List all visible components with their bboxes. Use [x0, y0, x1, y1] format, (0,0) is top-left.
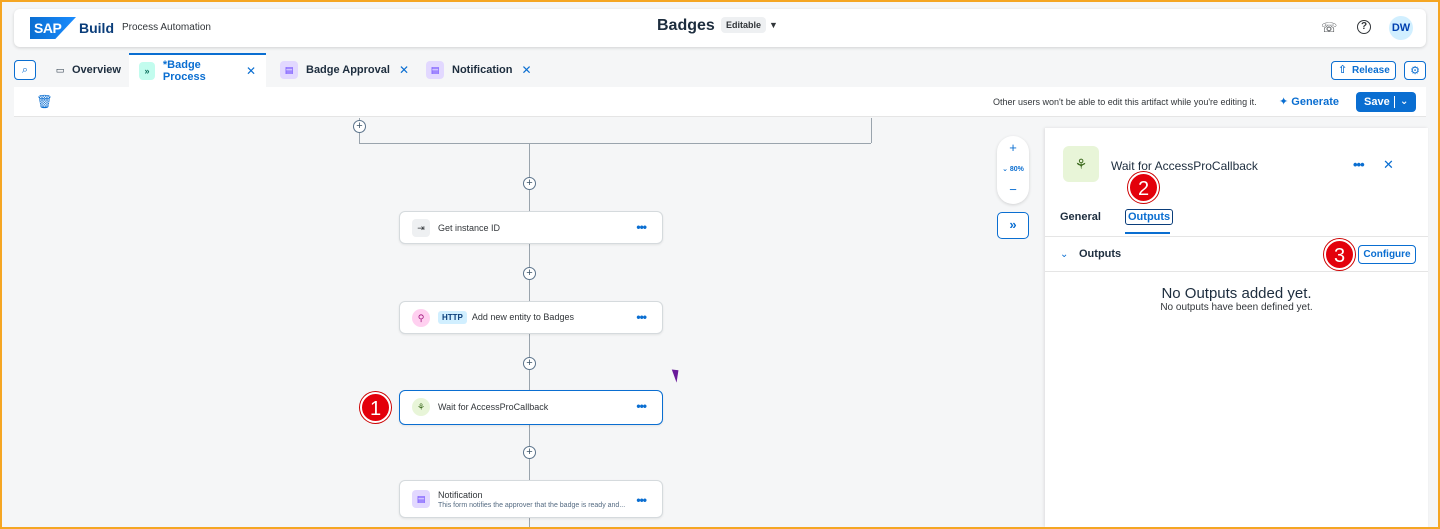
avatar[interactable]: DW [1389, 16, 1413, 40]
step-add-new-entity[interactable]: ⚲ HTTP Add new entity to Badges ••• [399, 301, 663, 334]
form-icon: ▤ [426, 61, 444, 79]
close-icon[interactable]: ✕ [399, 63, 409, 77]
event-icon: ⚘ [1063, 146, 1099, 182]
active-tab-indicator [1125, 232, 1170, 234]
add-step-icon[interactable]: + [523, 357, 536, 370]
expand-panel-icon[interactable]: » [997, 212, 1029, 239]
zoom-control: + ⌄ 80% − [997, 136, 1029, 204]
release-label: Release [1352, 65, 1390, 76]
tab-badge-approval[interactable]: ▤ Badge Approval ✕ [270, 53, 419, 87]
properties-panel: ⚘ Wait for AccessProCallback ••• ✕ 2 Gen… [1045, 128, 1428, 527]
zoom-in-icon[interactable]: + [997, 140, 1029, 155]
tab-bar: ⌕ ▭ Overview » *Badge Process ✕ ▤ Badge … [2, 53, 1438, 87]
document-title: Badges [657, 17, 715, 34]
sparkle-icon: ✦ [1279, 96, 1289, 108]
divider [1394, 96, 1395, 108]
tab-outputs[interactable]: Outputs [1125, 209, 1174, 225]
tab-general[interactable]: General [1060, 211, 1101, 223]
tab-overview[interactable]: ▭ Overview [44, 53, 131, 87]
tab-label: *Badge Process [162, 59, 206, 83]
more-icon[interactable]: ••• [636, 493, 647, 507]
brand-name: Build [79, 20, 114, 36]
step-label: HTTP Add new entity to Badges [438, 311, 574, 324]
app-frame: SAP Build Process Automation Badges Edit… [2, 2, 1438, 527]
empty-state-description: No outputs have been defined yet. [1160, 302, 1313, 313]
script-icon: ⇥ [412, 219, 430, 237]
lock-notice: Other users won't be able to edit this a… [993, 97, 1257, 107]
connector [359, 143, 871, 144]
form-icon: ▤ [280, 61, 298, 79]
connector [529, 143, 530, 527]
process-canvas[interactable]: + + ⇥ Get instance ID ••• + ⚲ HTTP Add ne… [14, 118, 1044, 527]
callout-marker-2: 2 [1128, 172, 1159, 203]
sap-logo: SAP [30, 17, 76, 39]
mouse-cursor-icon [671, 367, 683, 383]
more-icon[interactable]: ••• [636, 220, 647, 234]
more-icon[interactable]: ••• [1353, 157, 1365, 172]
help-icon[interactable]: ? [1357, 20, 1371, 34]
connector [359, 133, 360, 143]
save-button[interactable]: Save ⌄ [1356, 92, 1416, 112]
callout-marker-3: 3 [1324, 239, 1355, 270]
generate-label: Generate [1291, 96, 1339, 108]
close-icon[interactable]: ✕ [246, 64, 256, 78]
outputs-section-header[interactable]: ⌄ Outputs 3 Configure [1045, 236, 1428, 272]
chevron-down-icon[interactable]: ⌄ [1060, 249, 1068, 260]
editable-badge[interactable]: Editable [721, 17, 767, 33]
add-step-icon[interactable]: + [523, 446, 536, 459]
add-step-icon[interactable]: + [523, 177, 536, 190]
upload-icon: ⇧ [1338, 64, 1348, 76]
shell-bar: SAP Build Process Automation Badges Edit… [14, 9, 1426, 47]
step-label: Get instance ID [438, 223, 501, 233]
chevron-down-icon[interactable]: ⌄ [1400, 92, 1408, 112]
caret-down-icon[interactable]: ▼ [769, 20, 778, 30]
more-icon[interactable]: ••• [636, 399, 647, 413]
zoom-out-icon[interactable]: − [997, 182, 1029, 197]
action-icon: ⚲ [412, 309, 430, 327]
more-icon[interactable]: ••• [636, 310, 647, 324]
folder-icon: ▭ [55, 65, 65, 75]
release-button[interactable]: ⇧ Release [1331, 61, 1396, 80]
product-name: Process Automation [122, 22, 211, 33]
close-icon[interactable]: ✕ [1383, 157, 1394, 173]
process-icon: » [139, 62, 155, 80]
add-step-icon[interactable]: + [353, 120, 366, 133]
generate-button[interactable]: ✦ Generate [1279, 95, 1339, 108]
tab-badge-process[interactable]: » *Badge Process ✕ [129, 53, 266, 87]
tab-label: Badge Approval [306, 64, 390, 76]
http-tag: HTTP [438, 311, 467, 324]
event-icon: ⚘ [412, 398, 430, 416]
connector [871, 118, 872, 143]
step-notification[interactable]: ▤ Notification This form notifies the ap… [399, 480, 663, 518]
empty-state-title: No Outputs added yet. [1161, 285, 1312, 302]
zoom-level[interactable]: ⌄ 80% [997, 165, 1029, 173]
step-wait-for-callback[interactable]: ⚘ Wait for AccessProCallback ••• [399, 390, 663, 425]
tab-notification[interactable]: ▤ Notification ✕ [416, 53, 542, 87]
editor-toolbar: 🗑 Other users won't be able to edit this… [14, 87, 1426, 117]
close-icon[interactable]: ✕ [522, 63, 532, 77]
step-label: Wait for AccessProCallback [438, 402, 549, 412]
feedback-icon[interactable]: ☏ [1321, 20, 1337, 36]
form-icon: ▤ [412, 490, 430, 508]
step-description: This form notifies the approver that the… [438, 502, 626, 509]
callout-marker-1: 1 [360, 392, 391, 423]
tab-label: Notification [452, 64, 513, 76]
configure-button[interactable]: Configure [1358, 245, 1416, 264]
section-title: Outputs [1079, 248, 1122, 260]
chevron-down-icon: ⌄ [1002, 166, 1010, 173]
zoom-level-value: 80% [1009, 166, 1024, 173]
step-label: Notification [438, 490, 483, 500]
settings-icon[interactable]: ⚙ [1404, 61, 1426, 80]
save-label: Save [1364, 96, 1390, 108]
tab-label: Overview [72, 64, 121, 76]
add-step-icon[interactable]: + [523, 267, 536, 280]
delete-icon[interactable]: 🗑 [36, 94, 53, 110]
panel-title: Wait for AccessProCallback [1111, 159, 1258, 173]
step-label-text: Add new entity to Badges [471, 312, 574, 322]
step-get-instance-id[interactable]: ⇥ Get instance ID ••• [399, 211, 663, 244]
search-canvas-icon[interactable]: ⌕ [14, 60, 36, 80]
